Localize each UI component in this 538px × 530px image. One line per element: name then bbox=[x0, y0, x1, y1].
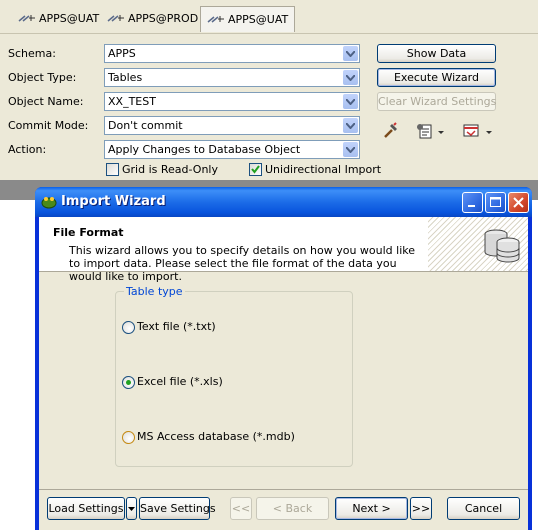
minimize-button[interactable] bbox=[462, 192, 483, 213]
action-value: Apply Changes to Database Object bbox=[108, 143, 301, 156]
close-icon bbox=[513, 197, 524, 208]
dialog-client-area: File Format This wizard allows you to sp… bbox=[39, 217, 528, 530]
next-button[interactable]: Next > bbox=[335, 497, 408, 520]
connection-icon bbox=[107, 13, 125, 23]
chevron-down-icon[interactable] bbox=[343, 142, 358, 157]
commit-mode-value: Don't commit bbox=[108, 119, 183, 132]
first-page-button[interactable]: << bbox=[230, 497, 252, 520]
schema-combo[interactable]: APPS bbox=[104, 44, 360, 63]
schema-label: Schema: bbox=[8, 47, 56, 60]
excel-file-label: Excel file (*.xls) bbox=[137, 375, 223, 388]
database-icon bbox=[482, 225, 522, 268]
ms-access-label: MS Access database (*.mdb) bbox=[137, 430, 295, 443]
tab-apps-uat[interactable]: APPS@UAT bbox=[12, 8, 105, 30]
object-type-combo[interactable]: Tables bbox=[104, 68, 360, 87]
wizard-header: File Format This wizard allows you to sp… bbox=[39, 217, 528, 283]
text-file-radio[interactable] bbox=[122, 321, 135, 334]
cancel-button[interactable]: Cancel bbox=[447, 497, 520, 520]
close-button[interactable] bbox=[508, 192, 529, 213]
section-description: This wizard allows you to specify detail… bbox=[69, 244, 416, 283]
import-wizard-dialog: Import Wizard File Format This wizard al… bbox=[35, 187, 532, 530]
action-label: Action: bbox=[8, 143, 47, 156]
commit-mode-combo[interactable]: Don't commit bbox=[104, 116, 360, 135]
save-settings-button[interactable]: Save Settings bbox=[139, 497, 216, 520]
back-button[interactable]: < Back bbox=[256, 497, 329, 520]
action-combo[interactable]: Apply Changes to Database Object bbox=[104, 140, 360, 159]
divider bbox=[39, 489, 528, 490]
frog-icon bbox=[41, 194, 57, 213]
tab-apps-uat-active[interactable]: APPS@UAT bbox=[200, 6, 296, 32]
group-title: Table type bbox=[124, 285, 185, 298]
chevron-down-icon[interactable] bbox=[343, 94, 358, 109]
minimize-icon bbox=[468, 205, 475, 207]
maximize-icon bbox=[490, 197, 501, 207]
export-icon[interactable] bbox=[462, 122, 480, 140]
chevron-down-icon[interactable] bbox=[436, 122, 446, 140]
unidirectional-import-checkbox[interactable] bbox=[249, 163, 262, 176]
grid-read-only-label: Grid is Read-Only bbox=[122, 163, 218, 176]
object-name-label: Object Name: bbox=[8, 95, 84, 108]
dialog-title: Import Wizard bbox=[61, 194, 166, 209]
hammer-icon[interactable] bbox=[382, 122, 400, 140]
object-name-combo[interactable]: XX_TEST bbox=[104, 92, 360, 111]
checkmark-icon bbox=[251, 165, 260, 174]
clear-wizard-settings-button[interactable]: Clear Wizard Settings bbox=[377, 92, 496, 111]
maximize-button[interactable] bbox=[485, 192, 506, 213]
properties-icon[interactable] bbox=[416, 122, 434, 140]
tab-label: APPS@UAT bbox=[39, 12, 100, 25]
chevron-down-icon bbox=[128, 507, 135, 511]
chevron-down-icon[interactable] bbox=[484, 122, 494, 140]
show-data-button[interactable]: Show Data bbox=[377, 44, 496, 63]
section-title: File Format bbox=[53, 226, 124, 239]
tab-apps-prod[interactable]: APPS@PROD bbox=[101, 8, 204, 30]
unidirectional-import-label: Unidirectional Import bbox=[265, 163, 382, 176]
last-page-button[interactable]: >> bbox=[410, 497, 432, 520]
connection-icon bbox=[207, 14, 225, 24]
chevron-down-icon[interactable] bbox=[343, 70, 358, 85]
text-file-label: Text file (*.txt) bbox=[137, 320, 216, 333]
object-type-label: Object Type: bbox=[8, 71, 77, 84]
excel-file-radio[interactable] bbox=[122, 376, 135, 389]
grid-read-only-checkbox[interactable] bbox=[106, 163, 119, 176]
object-form: Schema: APPS Object Type: Tables Object … bbox=[0, 34, 538, 180]
title-bar[interactable]: Import Wizard bbox=[35, 187, 532, 217]
load-settings-dropdown[interactable] bbox=[126, 497, 137, 520]
object-type-value: Tables bbox=[108, 71, 143, 84]
tab-label: APPS@UAT bbox=[228, 13, 289, 26]
commit-mode-label: Commit Mode: bbox=[8, 119, 89, 132]
chevron-down-icon[interactable] bbox=[343, 46, 358, 61]
ms-access-radio[interactable] bbox=[122, 431, 135, 444]
connection-tab-bar: APPS@UAT APPS@PROD APPS@UAT bbox=[0, 0, 538, 34]
schema-value: APPS bbox=[108, 47, 136, 60]
connection-icon bbox=[18, 13, 36, 23]
tab-label: APPS@PROD bbox=[128, 12, 199, 25]
execute-wizard-button[interactable]: Execute Wizard bbox=[377, 68, 496, 87]
load-settings-button[interactable]: Load Settings bbox=[47, 497, 125, 520]
chevron-down-icon[interactable] bbox=[343, 118, 358, 133]
object-name-value: XX_TEST bbox=[108, 95, 156, 108]
